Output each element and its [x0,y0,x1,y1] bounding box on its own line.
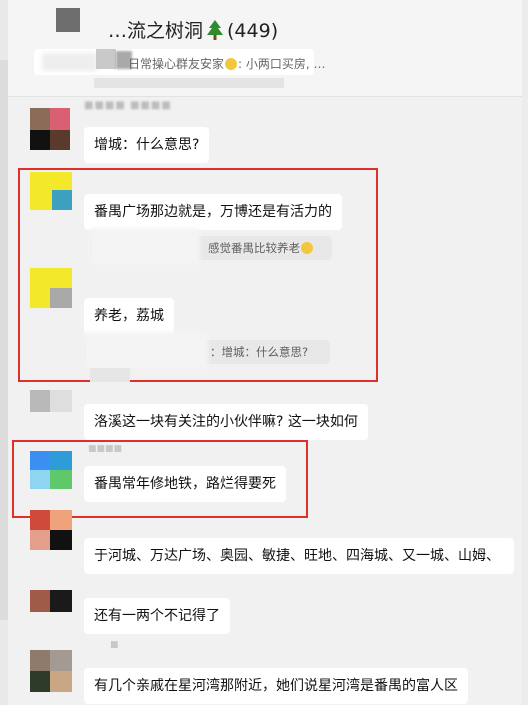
message-text: 洛溪这一块有关注的小伙伴嘛? 这一块如何 [94,414,358,430]
message-bubble[interactable]: 还有一两个不记得了 [84,598,230,634]
chat-header: …流之树洞 (449) 日常操心群友安家 : 小两口买房, … [8,0,522,97]
message-bubble[interactable]: 洛溪这一块有关注的小伙伴嘛? 这一块如何 [84,404,368,440]
sender-name-blur: ■ [110,640,119,650]
highlight-box-2 [12,440,308,518]
preview-avatar-blur [96,49,116,69]
member-count: (449) [227,20,279,42]
header-divider-blur [94,78,284,88]
right-edge [522,0,528,705]
left-scroll-track[interactable] [0,0,8,705]
message-bubble[interactable]: 于河城、万达广场、奥园、敏捷、旺地、四海城、又一城、山姆、 [84,538,514,574]
chat-title: …流之树洞 (449) [108,16,278,45]
message-bubble[interactable]: 有几个亲戚在星河湾那附近，她们说星河湾是番禺的富人区 [84,668,468,704]
message-bubble[interactable]: 增城：什么意思? [84,127,210,163]
sender-name-blur: ■■■■ ■■■■ [84,100,172,111]
avatar[interactable] [30,510,72,550]
scrollbar-thumb[interactable] [0,60,8,620]
smile-emoji-icon [225,58,238,70]
chat-title-text: …流之树洞 [108,20,204,42]
highlight-box-1 [18,168,378,382]
message-text: 有几个亲戚在星河湾那附近，她们说星河湾是番禺的富人区 [94,678,458,694]
avatar[interactable] [30,108,70,150]
preview-tail: : 小两口买房, … [238,57,326,71]
pinned-preview[interactable]: 日常操心群友安家 : 小两口买房, … [34,49,326,75]
message-text: 增城：什么意思? [94,137,200,153]
sender-name-blur [90,368,130,382]
avatar[interactable] [30,590,72,612]
tree-icon [207,20,224,45]
group-avatar[interactable] [56,8,80,32]
preview-blur [42,53,97,71]
message-text: 于河城、万达广场、奥园、敏捷、旺地、四海城、又一城、山姆、 [94,548,500,564]
preview-body: 日常操心群友安家 [128,57,225,71]
message-text: 还有一两个不记得了 [94,608,220,624]
preview-text: 日常操心群友安家 : 小两口买房, … [128,55,326,72]
avatar[interactable] [30,650,72,692]
avatar[interactable] [30,390,72,412]
